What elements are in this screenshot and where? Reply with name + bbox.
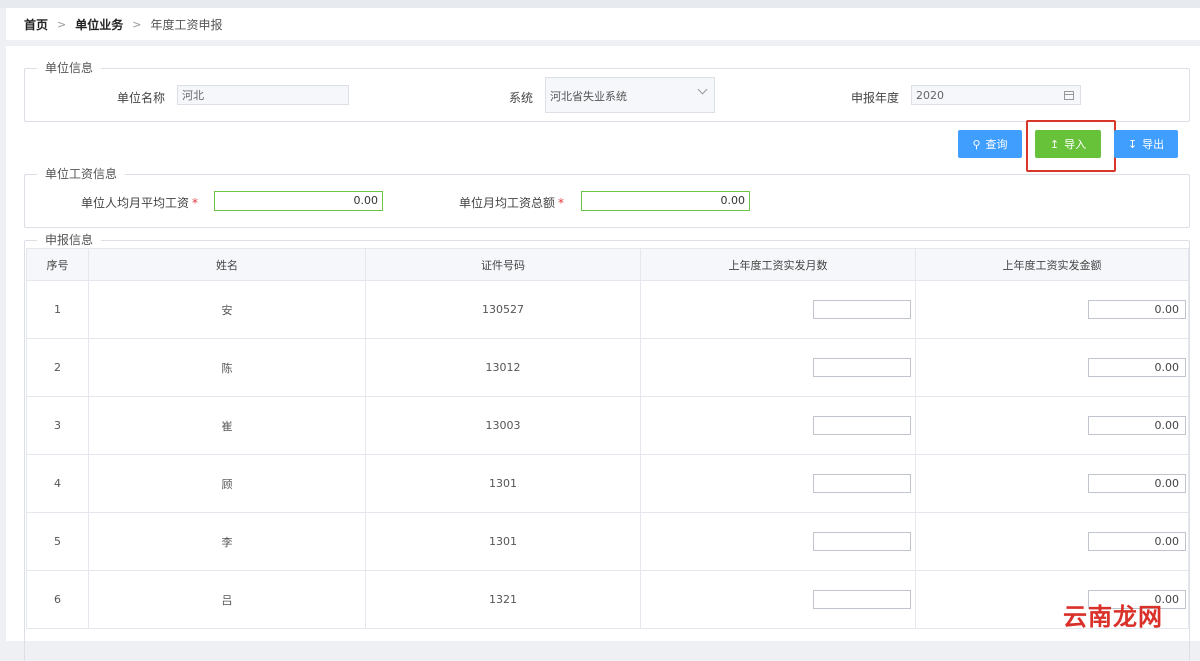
column-header-id: 证件号码 [365,248,641,281]
table-row: 1 安 130527 0.00 [26,280,1189,339]
unit-info-section: 单位信息 单位名称 河北 系统 河北省失业系统 申报年度 2020 [24,61,1190,122]
months-input[interactable] [813,358,911,377]
months-input[interactable] [813,474,911,493]
amount-input[interactable]: 0.00 [1088,358,1186,377]
report-info-legend: 申报信息 [37,233,102,247]
breadcrumb-bar: 首页 > 单位业务 > 年度工资申报 [6,8,1200,40]
row-id: 130527 [365,280,641,339]
import-button[interactable]: ↥ 导入 [1035,130,1101,158]
unit-name-field[interactable]: 河北 [177,85,349,105]
avg-wage-label: 单位人均月平均工资 * [81,194,198,211]
report-table: 序号 姓名 证件号码 上年度工资实发月数 上年度工资实发金额 1 安 130527 0… [26,248,1189,629]
row-amount-cell: 0.00 [915,396,1189,455]
row-months-cell [640,396,916,455]
row-amount-cell: 0.00 [915,280,1189,339]
amount-input[interactable]: 0.00 [1088,416,1186,435]
table-header-row: 序号 姓名 证件号码 上年度工资实发月数 上年度工资实发金额 [26,248,1189,281]
breadcrumb-section[interactable]: 单位业务 [75,16,123,33]
breadcrumb: 首页 > 单位业务 > 年度工资申报 [6,16,222,33]
main-panel: 单位信息 单位名称 河北 系统 河北省失业系统 申报年度 2020 ⚲ 查询 ↥… [6,46,1200,661]
query-button[interactable]: ⚲ 查询 [958,130,1022,158]
system-label: 系统 [509,91,534,105]
column-header-name: 姓名 [88,248,366,281]
row-name: 安 [88,280,366,339]
row-name: 陈 [88,338,366,397]
row-no: 4 [26,454,89,513]
amount-input[interactable]: 0.00 [1088,300,1186,319]
calendar-icon [1064,91,1074,100]
row-months-cell [640,338,916,397]
row-months-cell [640,280,916,339]
total-wage-label: 单位月均工资总额 * [459,194,564,211]
row-name: 李 [88,512,366,571]
row-months-cell [640,570,916,629]
avg-wage-label-text: 单位人均月平均工资 [81,196,190,210]
row-no: 3 [26,396,89,455]
months-input[interactable] [813,532,911,551]
system-select-value: 河北省失业系统 [550,90,627,103]
breadcrumb-separator: > [132,17,142,31]
row-amount-cell: 0.00 [915,454,1189,513]
row-name: 吕 [88,570,366,629]
row-no: 5 [26,512,89,571]
table-row: 3 崔 13003 0.00 [26,396,1189,455]
import-button-label: 导入 [1064,138,1087,151]
unit-name-label: 单位名称 [117,91,166,105]
total-wage-input[interactable]: 0.00 [581,191,750,211]
table-row: 5 李 1301 0.00 [26,512,1189,571]
avg-wage-input[interactable]: 0.00 [214,191,383,211]
download-icon: ↧ [1127,137,1138,151]
column-header-months: 上年度工资实发月数 [640,248,916,281]
row-name: 崔 [88,396,366,455]
row-no: 1 [26,280,89,339]
query-button-label: 查询 [985,138,1008,151]
breadcrumb-home[interactable]: 首页 [24,16,48,33]
column-header-amount: 上年度工资实发金额 [915,248,1189,281]
column-header-no: 序号 [26,248,89,281]
months-input[interactable] [813,416,911,435]
export-button-label: 导出 [1142,138,1165,151]
amount-input[interactable]: 0.00 [1088,474,1186,493]
table-row: 2 陈 13012 0.00 [26,338,1189,397]
top-strip [0,0,1200,8]
unit-info-legend: 单位信息 [37,61,102,75]
row-no: 2 [26,338,89,397]
row-id: 13003 [365,396,641,455]
row-id: 1301 [365,454,641,513]
required-mark: * [192,196,199,210]
wage-info-section: 单位工资信息 单位人均月平均工资 * 0.00 单位月均工资总额 * 0.00 [24,167,1190,228]
row-id: 1321 [365,570,641,629]
watermark-logo: 云南龙网 [1063,602,1163,631]
breadcrumb-separator: > [57,17,67,31]
breadcrumb-current: 年度工资申报 [150,17,223,32]
row-id: 13012 [365,338,641,397]
wage-info-legend: 单位工资信息 [37,167,126,181]
search-icon: ⚲ [972,137,981,151]
amount-input[interactable]: 0.00 [1088,532,1186,551]
row-months-cell [640,454,916,513]
row-no: 6 [26,570,89,629]
report-year-picker[interactable]: 2020 [911,85,1081,105]
table-row: 4 顾 1301 0.00 [26,454,1189,513]
total-wage-label-text: 单位月均工资总额 [459,196,556,210]
upload-icon: ↥ [1049,137,1060,151]
row-name: 顾 [88,454,366,513]
row-id: 1301 [365,512,641,571]
months-input[interactable] [813,300,911,319]
report-year-value: 2020 [916,89,944,102]
table-row: 6 吕 1321 0.00 [26,570,1189,629]
row-amount-cell: 0.00 [915,338,1189,397]
system-select[interactable]: 河北省失业系统 [545,77,715,113]
export-button[interactable]: ↧ 导出 [1114,130,1178,158]
months-input[interactable] [813,590,911,609]
row-months-cell [640,512,916,571]
chevron-down-icon [697,84,708,95]
required-mark: * [558,196,565,210]
row-amount-cell: 0.00 [915,512,1189,571]
report-year-label: 申报年度 [851,91,900,105]
